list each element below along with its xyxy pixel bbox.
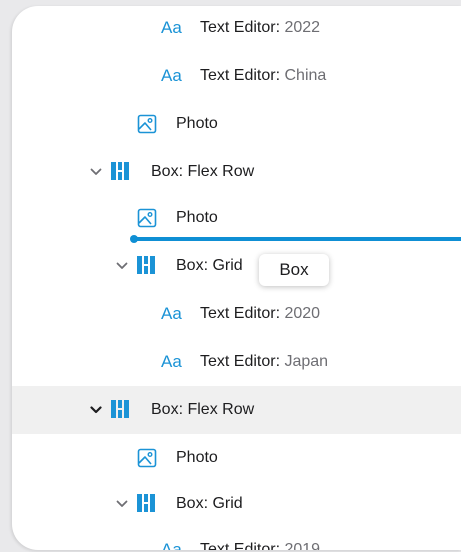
image-icon bbox=[136, 113, 158, 135]
drop-indicator-dot bbox=[130, 235, 138, 243]
text-icon: Aa bbox=[161, 352, 182, 371]
text-icon: Aa bbox=[161, 540, 182, 550]
tree-row-text-editor[interactable]: Aa Text Editor: 2020 bbox=[12, 292, 461, 336]
tree-row-box-grid[interactable]: Box: Grid bbox=[12, 244, 461, 288]
tree-row-box-grid[interactable]: Box: Grid bbox=[12, 482, 461, 526]
tree-row-label: Text Editor: 2019 bbox=[200, 541, 321, 550]
text-icon: Aa bbox=[161, 18, 182, 37]
layout-box-icon bbox=[136, 493, 156, 513]
text-icon: Aa bbox=[161, 66, 182, 85]
tree-row-label: Box: Flex Row bbox=[151, 401, 255, 418]
tree-row-photo[interactable]: Photo bbox=[12, 196, 461, 240]
chevron-down-icon[interactable] bbox=[90, 404, 102, 416]
image-icon bbox=[136, 447, 158, 469]
tree-row-text-editor[interactable]: Aa Text Editor: China bbox=[12, 54, 461, 98]
chevron-down-icon[interactable] bbox=[116, 498, 128, 510]
tree-row-photo[interactable]: Photo bbox=[12, 102, 461, 146]
drop-indicator-line bbox=[132, 237, 461, 241]
tree-row-box-flex-row[interactable]: Box: Flex Row bbox=[12, 386, 461, 434]
tree-row-text-editor[interactable]: Aa Text Editor: 2019 bbox=[12, 528, 461, 550]
text-icon: Aa bbox=[161, 304, 182, 323]
layout-box-icon bbox=[136, 255, 156, 275]
layout-box-icon bbox=[110, 161, 130, 181]
drag-tooltip: Box bbox=[259, 254, 329, 286]
tree-row-box-flex-row[interactable]: Box: Flex Row bbox=[12, 150, 461, 194]
tree-row-text-editor[interactable]: Aa Text Editor: Japan bbox=[12, 340, 461, 384]
tree-row-label: Photo bbox=[176, 449, 218, 466]
image-icon bbox=[136, 207, 158, 229]
tree-row-label: Text Editor: Japan bbox=[200, 353, 329, 370]
tree-row-label: Text Editor: 2020 bbox=[200, 305, 321, 322]
tree-row-photo[interactable]: Photo bbox=[12, 436, 461, 480]
tree-row-label: Text Editor: China bbox=[200, 67, 327, 84]
chevron-down-icon[interactable] bbox=[116, 260, 128, 272]
tree-row-label: Photo bbox=[176, 209, 218, 226]
chevron-down-icon[interactable] bbox=[90, 166, 102, 178]
tree-row-label: Box: Grid bbox=[176, 257, 243, 274]
layout-box-icon bbox=[110, 399, 130, 419]
tree-row-label: Box: Grid bbox=[176, 495, 243, 512]
tree-row-label: Photo bbox=[176, 115, 218, 132]
tree-row-label: Box: Flex Row bbox=[151, 163, 255, 180]
tree-row-label: Text Editor: 2022 bbox=[200, 19, 321, 36]
tree-row-text-editor[interactable]: Aa Text Editor: 2022 bbox=[12, 6, 461, 50]
navigator-panel: Aa Text Editor: 2022 Aa Text Editor: Chi… bbox=[12, 6, 461, 550]
